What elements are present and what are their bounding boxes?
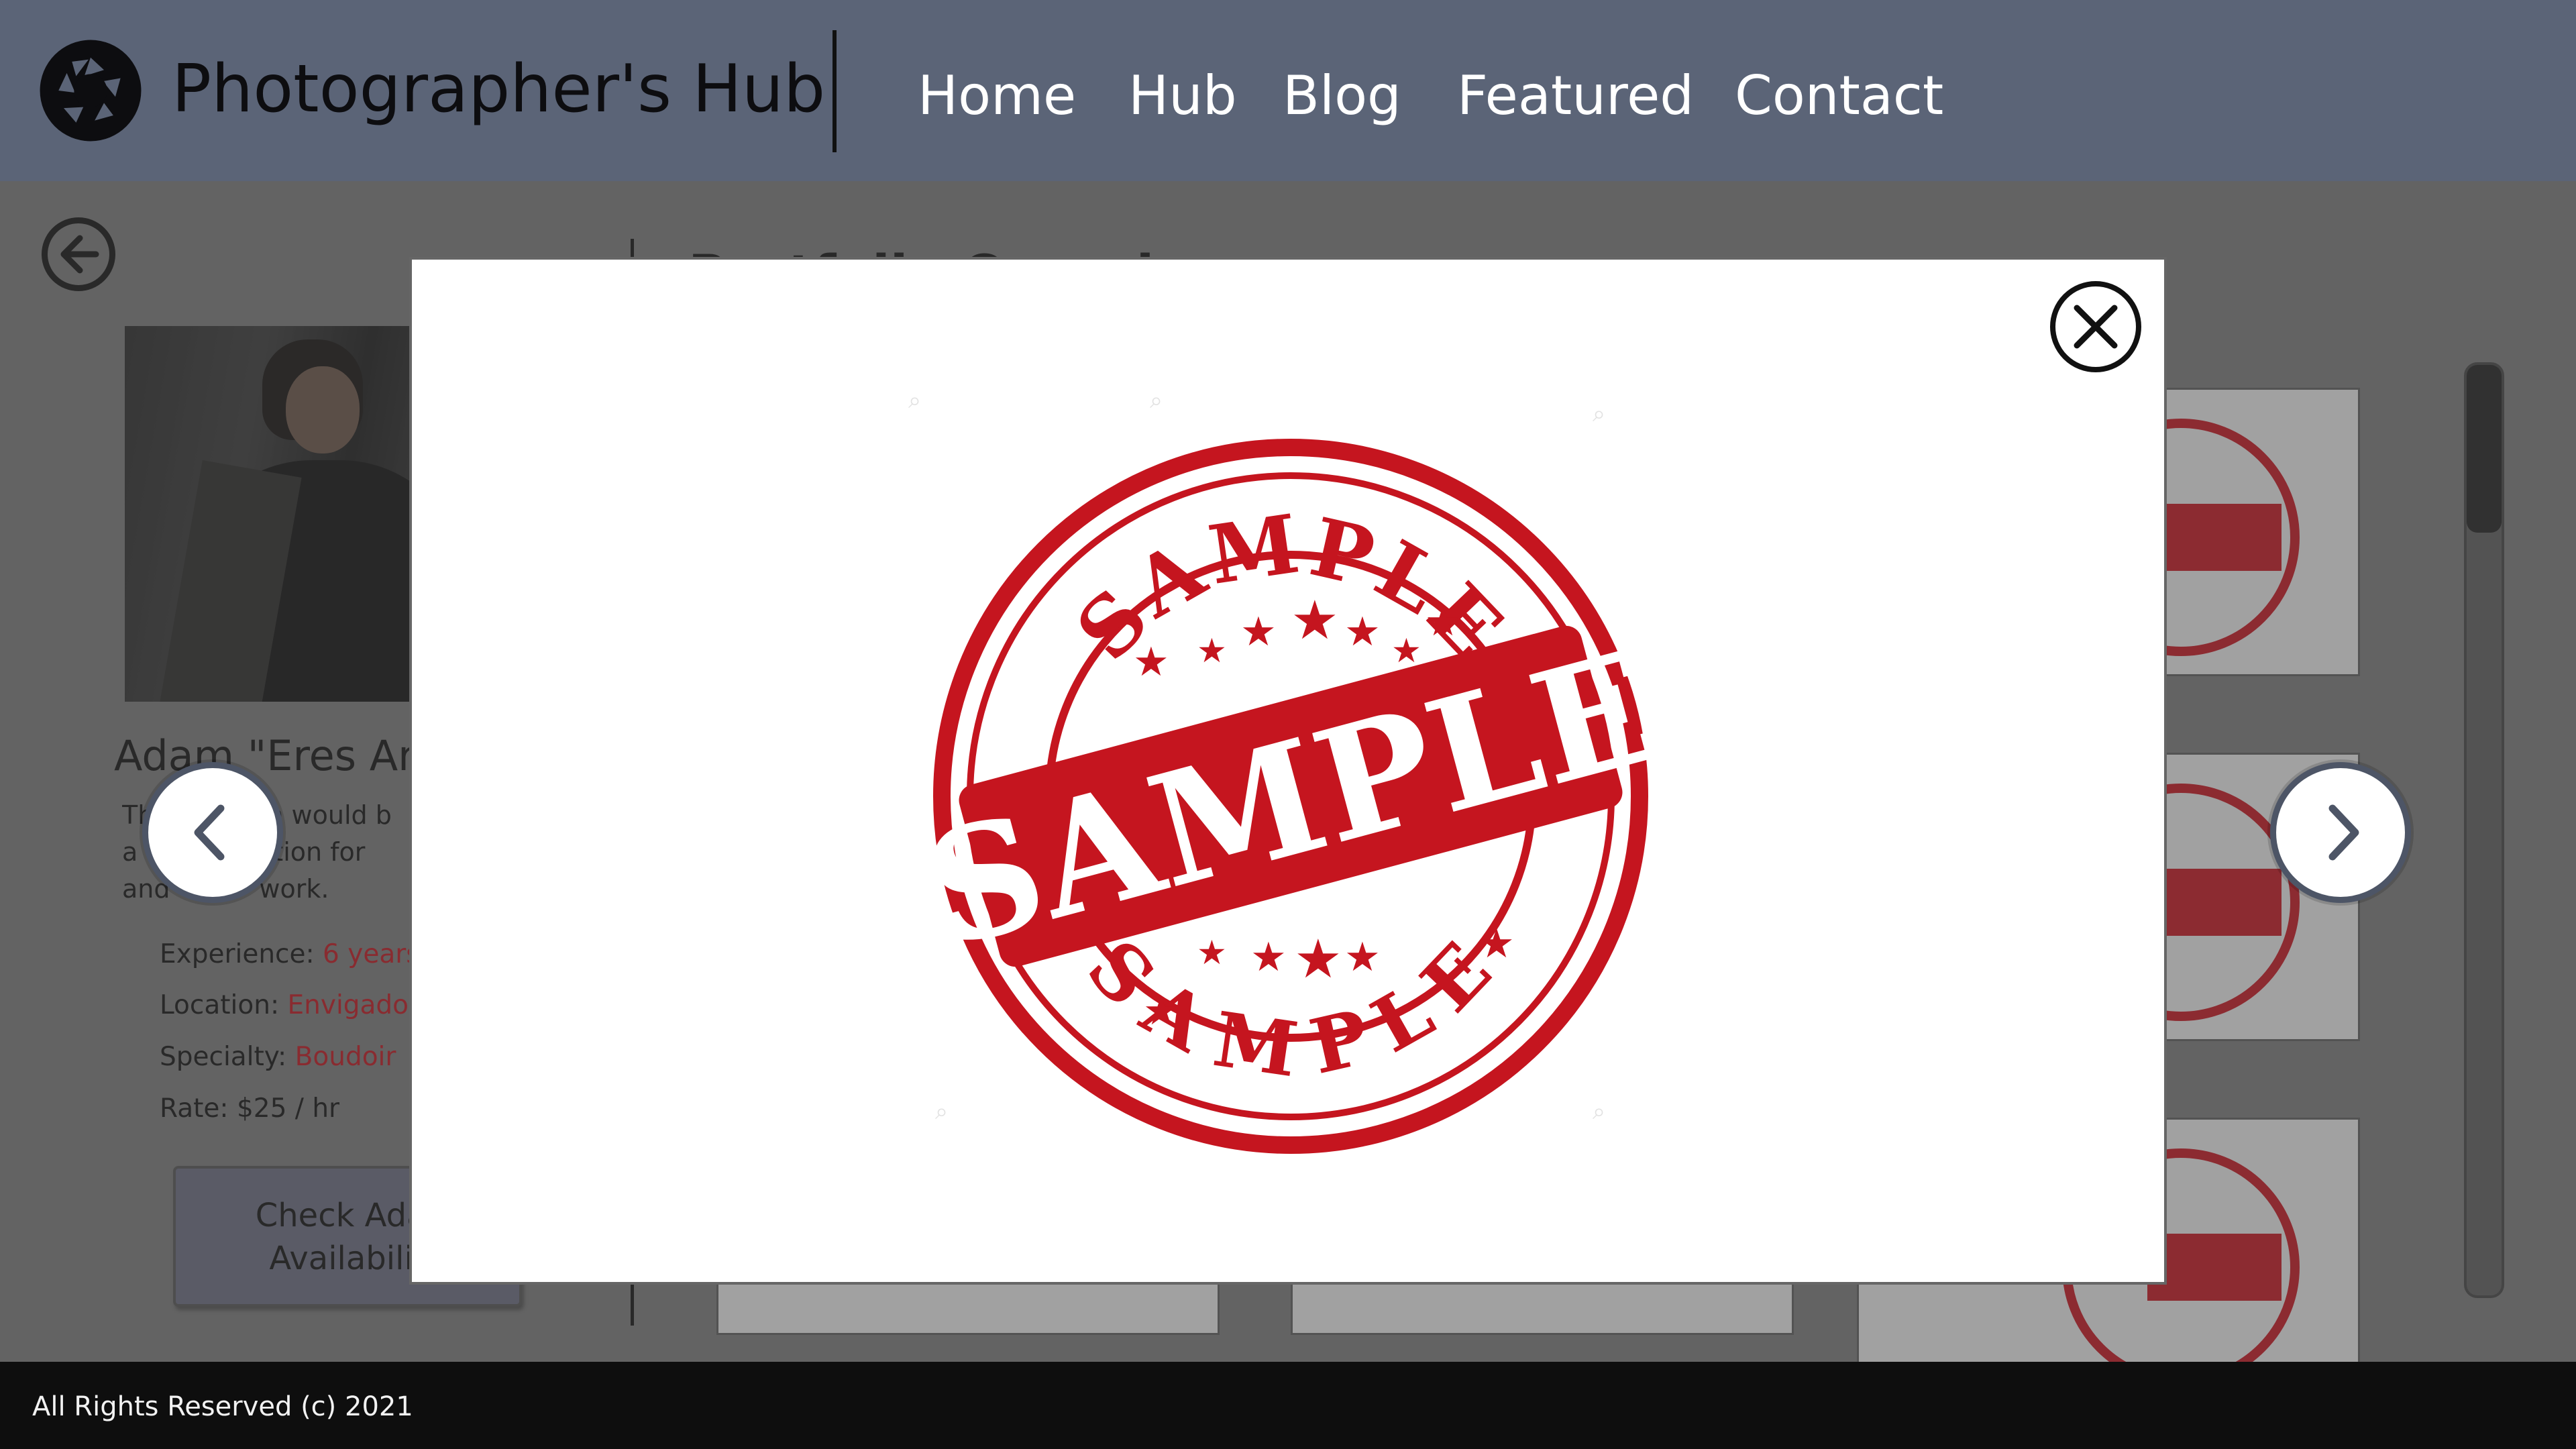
brand-title[interactable]: Photographer's Hub xyxy=(172,52,825,126)
nav-home[interactable]: Home xyxy=(918,0,1076,181)
svg-text:★: ★ xyxy=(1143,987,1179,1034)
chevron-right-icon xyxy=(2328,804,2359,861)
close-icon xyxy=(2074,305,2118,349)
svg-text:★: ★ xyxy=(1240,608,1277,655)
chevron-left-icon xyxy=(194,804,225,861)
site-footer: All Rights Reserved (c) 2021 xyxy=(0,1362,2576,1449)
nav-contact[interactable]: Contact xyxy=(1735,0,1943,181)
camera-aperture-icon[interactable] xyxy=(39,39,142,142)
svg-text:★: ★ xyxy=(1294,928,1342,990)
svg-text:★: ★ xyxy=(1344,608,1381,655)
previous-image-button[interactable] xyxy=(142,762,283,903)
header-divider xyxy=(833,30,837,152)
svg-text:★: ★ xyxy=(1250,934,1287,981)
svg-text:★: ★ xyxy=(1344,934,1381,981)
copyright-text: All Rights Reserved (c) 2021 xyxy=(32,1391,413,1422)
stamp-band-text: SAMPLE xyxy=(909,616,1674,983)
svg-text:★: ★ xyxy=(1197,631,1227,670)
site-header: Photographer's Hub Home Hub Blog Feature… xyxy=(0,0,2576,181)
nav-hub[interactable]: Hub xyxy=(1128,0,1237,181)
close-modal-button[interactable] xyxy=(2050,281,2141,372)
svg-text:★: ★ xyxy=(1425,598,1461,645)
nav-blog[interactable]: Blog xyxy=(1283,0,1401,181)
stamp-bottom-text: SAMPLE xyxy=(1071,924,1511,1095)
image-viewer-modal: ⌕ ⌕ ⌕ ⌕ ⌕ SAMPLE SAMPLE ★ ★ ★ ★ ★ ★ ★ ★ … xyxy=(409,257,2167,1285)
svg-text:★: ★ xyxy=(1391,631,1421,670)
next-image-button[interactable] xyxy=(2270,762,2411,903)
nav-featured[interactable]: Featured xyxy=(1457,0,1694,181)
svg-text:★: ★ xyxy=(1479,920,1515,967)
svg-text:★: ★ xyxy=(1197,933,1227,972)
sample-stamp-image: SAMPLE SAMPLE ★ ★ ★ ★ ★ ★ ★ ★ ★ ★ ★ ★ ★ … xyxy=(909,439,1674,1154)
svg-text:★: ★ xyxy=(1133,639,1169,686)
svg-text:★: ★ xyxy=(1291,589,1339,651)
